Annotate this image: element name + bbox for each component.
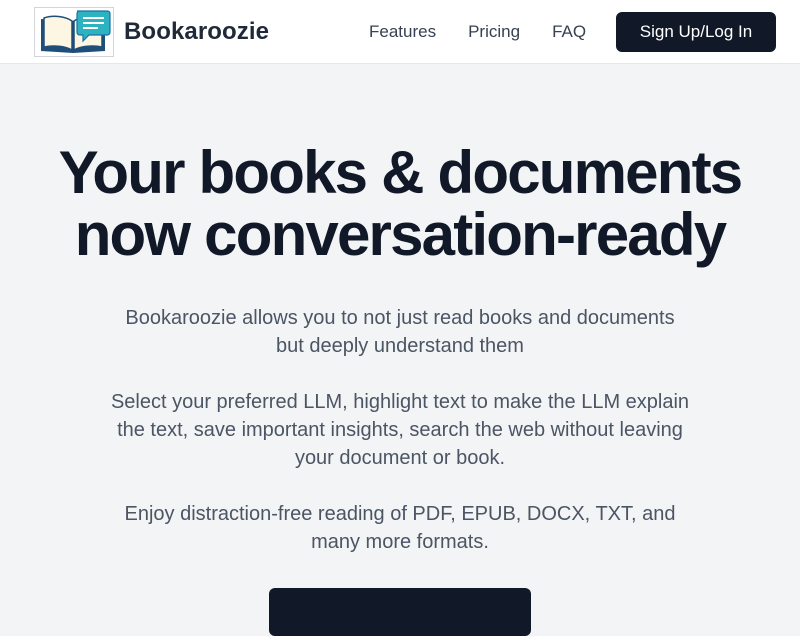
hero-title-line-2: now conversation-ready [74, 201, 727, 268]
brand-name: Bookaroozie [124, 18, 270, 45]
hero-paragraph-1: Bookaroozie allows you to not just read … [125, 307, 675, 357]
book-chat-logo-icon [34, 7, 114, 57]
nav-links: Features Pricing FAQ [369, 0, 586, 64]
hero-paragraph-3: Enjoy distraction-free reading of PDF, E… [124, 503, 676, 553]
nav-link-features[interactable]: Features [369, 22, 436, 42]
hero-title: Your books & documents now conversation-… [0, 142, 800, 266]
nav-link-pricing[interactable]: Pricing [468, 22, 520, 42]
hero-cta-button[interactable] [269, 588, 531, 636]
navbar: Bookaroozie Features Pricing FAQ Sign Up… [0, 0, 800, 64]
signup-login-button[interactable]: Sign Up/Log In [616, 12, 776, 52]
hero-title-line-1: Your books & documents [58, 139, 743, 206]
brand[interactable]: Bookaroozie [34, 7, 269, 57]
hero-paragraph-2: Select your preferred LLM, highlight tex… [110, 391, 690, 469]
nav-link-faq[interactable]: FAQ [552, 22, 586, 42]
